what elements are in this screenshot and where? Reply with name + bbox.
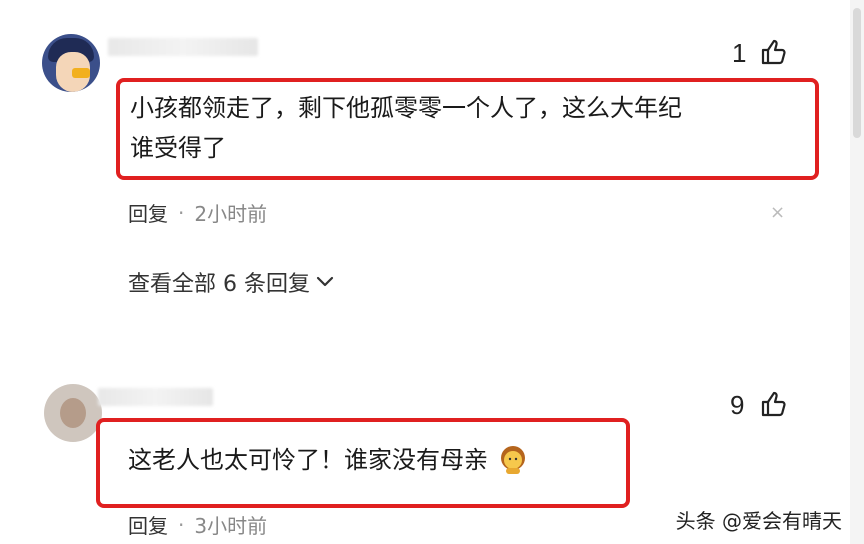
username-blurred[interactable] <box>108 38 258 56</box>
avatar[interactable] <box>44 384 102 442</box>
comment-time: 3小时前 <box>194 514 268 538</box>
comment-meta: 回复 · 2小时前 <box>128 198 267 227</box>
watermark: 头条 @爱会有晴天 <box>675 509 842 533</box>
close-icon[interactable]: × <box>770 202 785 223</box>
thumbs-up-icon[interactable] <box>760 390 788 418</box>
view-replies-label: 查看全部 6 条回复 <box>128 272 310 297</box>
like-count: 9 <box>730 390 745 420</box>
comment-text: 这老人也太可怜了！谁家没有母亲 <box>128 446 488 474</box>
view-all-replies-button[interactable]: 查看全部 6 条回复 <box>128 266 334 298</box>
thumbs-up-icon[interactable] <box>760 38 788 66</box>
comment-text-highlight: 这老人也太可怜了！谁家没有母亲 <box>96 418 630 508</box>
comment-text-line-2: 谁受得了 <box>130 134 226 162</box>
woman-emoji-icon <box>498 444 528 474</box>
scrollbar-thumb[interactable] <box>853 8 861 138</box>
avatar-beak <box>72 68 90 78</box>
reply-button[interactable]: 回复 <box>128 510 168 539</box>
scrollbar[interactable] <box>850 0 864 544</box>
comment-time: 2小时前 <box>194 202 268 226</box>
separator-dot: · <box>178 200 185 225</box>
avatar-face <box>60 398 86 428</box>
reply-button[interactable]: 回复 <box>128 198 168 227</box>
comment-text-line-1: 小孩都领走了，剩下他孤零零一个人了，这么大年纪 <box>130 94 682 122</box>
comment-item-1: 1 小孩都领走了，剩下他孤零零一个人了，这么大年纪 谁受得了 回复 · 2小时前… <box>0 0 850 320</box>
avatar[interactable] <box>42 34 100 92</box>
username-blurred[interactable] <box>98 388 213 406</box>
like-count: 1 <box>732 38 747 68</box>
chevron-down-icon <box>316 276 334 287</box>
comment-text-highlight: 小孩都领走了，剩下他孤零零一个人了，这么大年纪 谁受得了 <box>116 78 819 180</box>
comment-meta: 回复 · 3小时前 <box>128 510 267 539</box>
separator-dot: · <box>178 512 185 537</box>
